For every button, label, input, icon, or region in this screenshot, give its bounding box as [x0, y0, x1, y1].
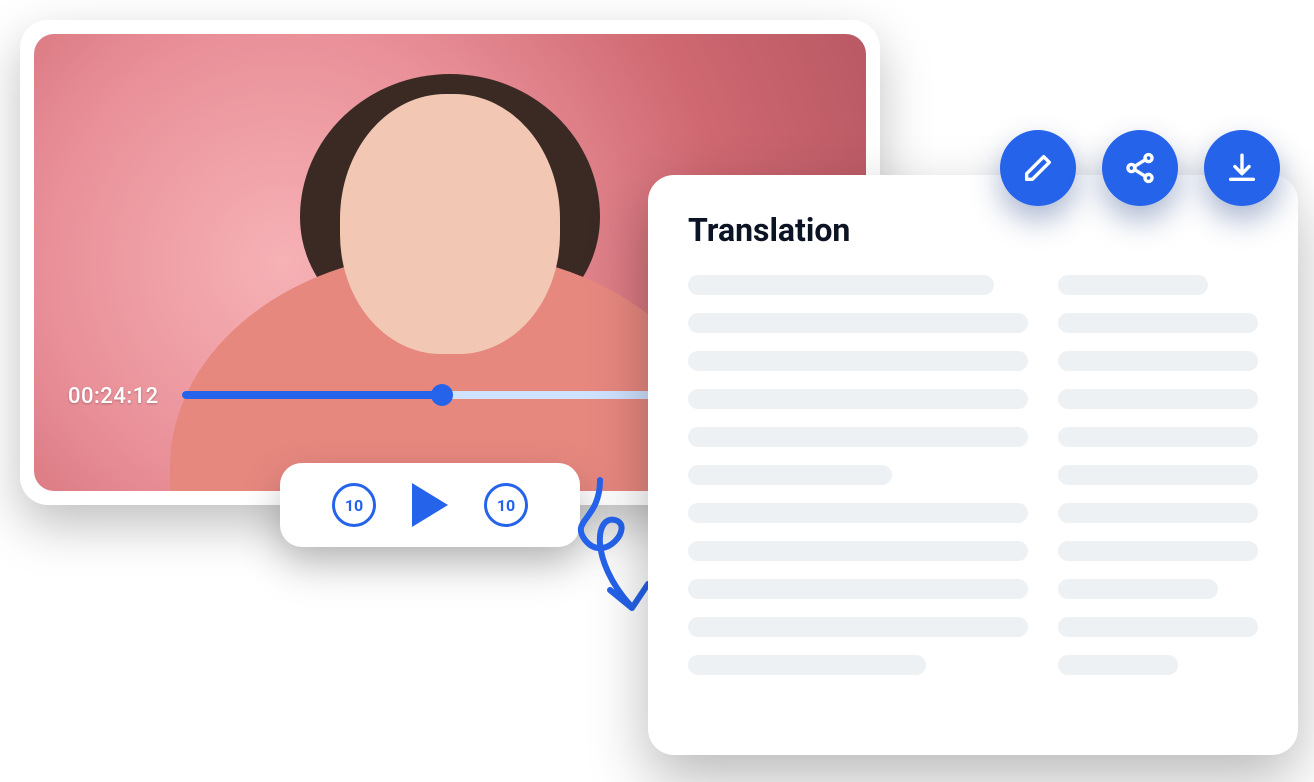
rewind-10-button[interactable]: 10 [332, 483, 376, 527]
placeholder-line [1058, 275, 1208, 295]
placeholder-line [1058, 655, 1178, 675]
rewind-seconds-label: 10 [345, 496, 363, 515]
placeholder-col-right [1058, 275, 1258, 675]
placeholder-col-left [688, 275, 1028, 675]
placeholder-line [688, 313, 1028, 333]
placeholder-line [688, 503, 1028, 523]
video-progress-thumb[interactable] [431, 384, 453, 406]
placeholder-line [688, 655, 926, 675]
placeholder-line [688, 617, 1028, 637]
video-timecode: 00:24:12 [68, 384, 159, 409]
translation-panel: Translation [648, 175, 1298, 755]
download-button[interactable] [1204, 130, 1280, 206]
edit-button[interactable] [1000, 130, 1076, 206]
panel-title: Translation [688, 211, 1258, 249]
share-icon [1123, 151, 1157, 185]
video-progress-fill [182, 391, 442, 399]
play-button[interactable] [412, 483, 448, 527]
placeholder-line [1058, 617, 1258, 637]
placeholder-line [688, 541, 1028, 561]
person-hair [300, 74, 600, 334]
playback-controls: 10 10 [280, 463, 580, 547]
placeholder-line [688, 275, 994, 295]
pencil-icon [1021, 151, 1055, 185]
placeholder-line [1058, 541, 1258, 561]
forward-10-button[interactable]: 10 [484, 483, 528, 527]
placeholder-line [1058, 313, 1258, 333]
download-icon [1225, 151, 1259, 185]
placeholder-line [1058, 427, 1258, 447]
placeholder-line [1058, 579, 1218, 599]
translation-body-placeholder [688, 275, 1258, 675]
placeholder-line [688, 389, 1028, 409]
share-button[interactable] [1102, 130, 1178, 206]
placeholder-line [688, 465, 892, 485]
placeholder-line [1058, 503, 1258, 523]
placeholder-line [688, 351, 1028, 371]
placeholder-line [1058, 465, 1258, 485]
placeholder-line [688, 579, 1028, 599]
placeholder-line [1058, 389, 1258, 409]
panel-actions [1000, 130, 1280, 206]
placeholder-line [688, 427, 1028, 447]
placeholder-line [1058, 351, 1258, 371]
forward-seconds-label: 10 [497, 496, 515, 515]
